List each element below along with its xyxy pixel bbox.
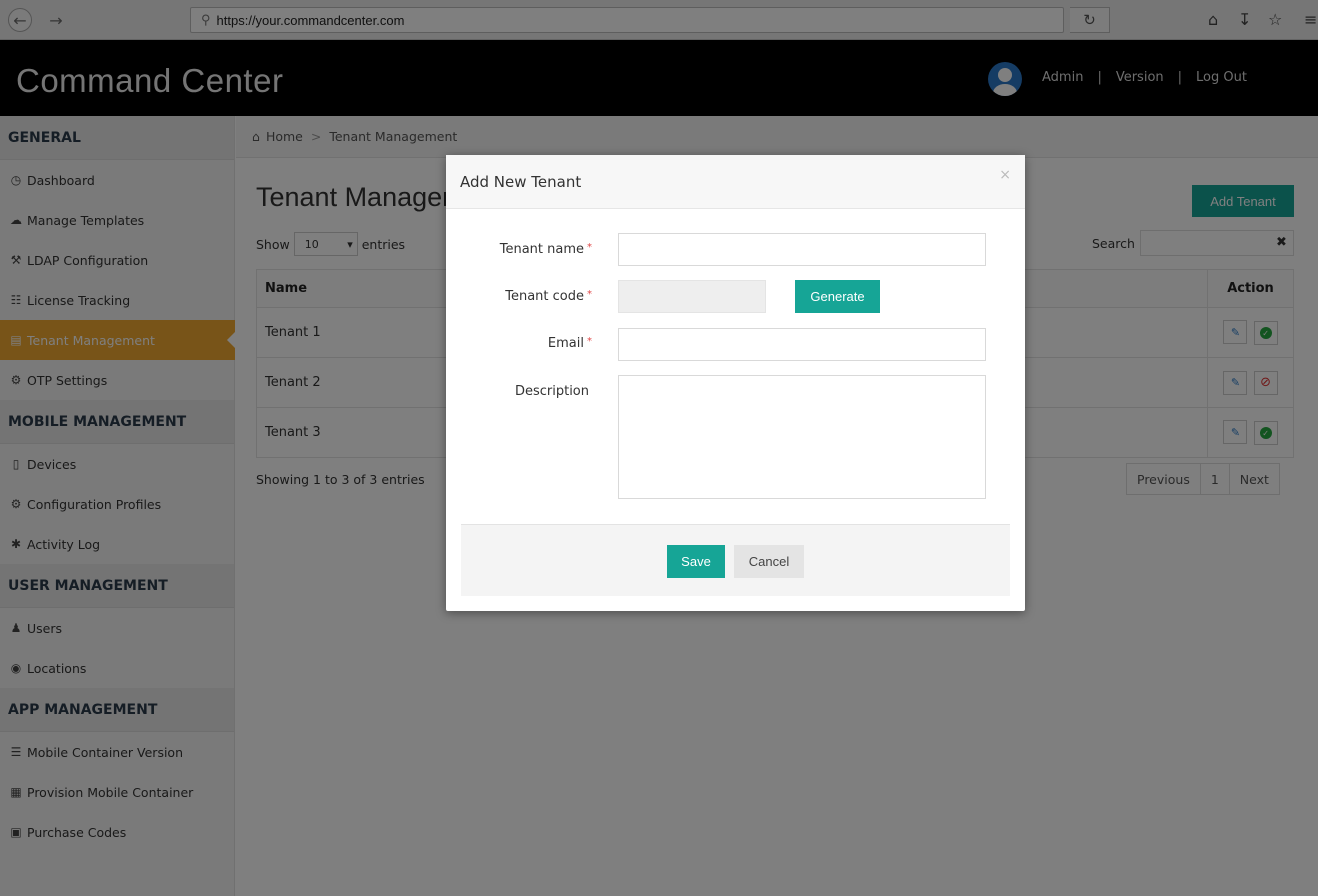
tenant-name-label: Tenant name * [446,242,592,257]
description-label: Description [443,384,589,399]
cancel-button[interactable]: Cancel [734,545,804,578]
label-text: Description [514,384,589,399]
label-text: Tenant code [505,289,584,304]
required-mark: * [587,289,592,300]
description-textarea[interactable] [618,375,986,499]
modal-header: Add New Tenant [446,155,1025,209]
add-tenant-modal: Add New Tenant × Tenant name * Tenant cod… [446,155,1025,611]
tenant-code-input [618,280,766,313]
save-button[interactable]: Save [667,545,725,578]
tenant-name-input[interactable] [618,233,986,266]
label-text: Tenant name [499,242,584,257]
email-label: Email * [446,336,592,351]
tenant-code-label: Tenant code * [446,289,592,304]
required-mark: * [587,336,592,347]
required-mark: * [587,242,592,253]
modal-title: Add New Tenant [460,172,582,191]
label-text: Email [547,336,584,351]
email-input[interactable] [618,328,986,361]
close-icon[interactable]: × [999,167,1011,183]
modal-footer: Save Cancel [461,524,1010,596]
generate-button[interactable]: Generate [795,280,880,313]
